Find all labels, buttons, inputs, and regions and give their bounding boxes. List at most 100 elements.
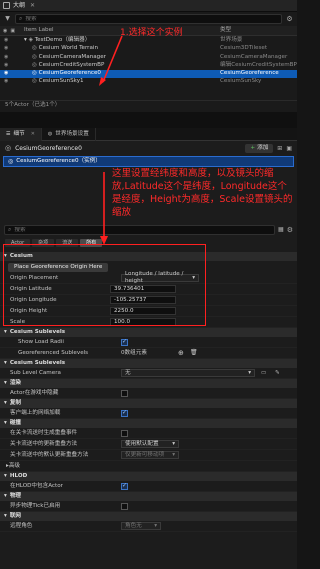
collapse-arrow-icon: ▾	[4, 380, 7, 387]
chevron-down-icon: ▾	[172, 440, 175, 447]
lock-icon[interactable]: ▣	[286, 145, 292, 152]
search-icon: ⌕	[19, 15, 23, 23]
net-role-dropdown[interactable]: 角色无 ▾	[121, 522, 161, 530]
tree-row-label: CesiumCreditSystemBP	[38, 61, 105, 68]
async-tick-checkbox[interactable]	[121, 502, 128, 510]
delete-icon[interactable]: 🗑	[190, 349, 198, 356]
collapse-arrow-icon: ▾	[4, 473, 7, 480]
visibility-eye-icon[interactable]: ◉	[4, 45, 8, 51]
col-item-label[interactable]: Item Label	[24, 27, 54, 34]
section-physics[interactable]: ▾ 物理	[0, 492, 297, 501]
actor-icon: ◎	[5, 144, 12, 153]
visibility-eye-icon[interactable]: ◉	[4, 54, 8, 60]
section-replication[interactable]: ▾ 复制	[0, 399, 297, 408]
details-search-input[interactable]	[14, 227, 272, 233]
add-component-button[interactable]: + 添加	[245, 144, 274, 153]
expand-arrow-icon[interactable]: ▾	[24, 37, 27, 43]
prop-show-load-radii: Show Load Radii ✓	[0, 337, 297, 348]
actor-header: ◎ CesiumGeoreference0 + 添加 ⊞ ▣	[0, 141, 297, 156]
tree-row-actor[interactable]: ◉ ◎ CesiumCreditSystemBP 编辑CesiumCreditS…	[0, 62, 297, 70]
prop-include-hlod: 在HLOD中包含Actor ✓	[0, 481, 297, 492]
tab-world-settings[interactable]: ◍ 世界场景设置	[42, 127, 96, 141]
visibility-eye-icon[interactable]: ◉	[4, 37, 8, 43]
actor-icon: ◎	[32, 45, 37, 52]
tree-row-type: CesiumGeoreference	[220, 70, 279, 77]
settings-icon[interactable]: ⚙	[285, 15, 294, 23]
close-icon[interactable]: ✕	[30, 2, 35, 9]
collapse-arrow-icon: ▾	[4, 513, 7, 520]
prop-net-load: 客户端上的网络加载 ✓	[0, 408, 297, 419]
details-search-box[interactable]: ⌕	[4, 225, 276, 235]
prop-advanced[interactable]: ▸ 高级	[0, 461, 297, 472]
settings-icon[interactable]: ⚙	[287, 226, 293, 234]
tree-row-label: CesiumGeoreference0	[38, 70, 101, 77]
search-icon: ⌕	[8, 226, 12, 234]
tree-row-label: TestDemo（编辑器）	[34, 37, 91, 43]
sub-level-camera-dropdown[interactable]: 无 ▾	[121, 369, 255, 377]
section-rendering[interactable]: ▾ 渲染	[0, 379, 297, 388]
visibility-eye-icon[interactable]: ◉	[4, 70, 8, 76]
outliner-search-box[interactable]: ⌕	[15, 14, 282, 24]
component-row[interactable]: ◎ CesiumGeoreference0（实例）	[3, 156, 294, 167]
net-load-checkbox[interactable]: ✓	[121, 409, 128, 417]
section-cesium-sublevels[interactable]: ▾ Cesium Sublevels	[0, 328, 297, 337]
details-tabs: ☰ 细节 ✕ ◍ 世界场景设置	[0, 127, 297, 141]
visibility-eye-icon[interactable]: ◉	[4, 62, 8, 68]
show-load-radii-checkbox[interactable]: ✓	[121, 338, 128, 346]
actor-hidden-checkbox[interactable]	[121, 389, 128, 397]
collapse-arrow-icon: ▾	[4, 400, 7, 407]
prop-georef-sublevels: Georeferenced Sublevels 0数组元素 ⊕ 🗑	[0, 348, 297, 359]
include-hlod-checkbox[interactable]: ✓	[121, 482, 128, 490]
default-update-dropdown[interactable]: 仅更新可移动项 ▾	[121, 451, 179, 459]
panel-divider[interactable]	[0, 112, 297, 128]
tree-row-actor[interactable]: ◉ ◎ CesiumCameraManager CesiumCameraMana…	[0, 54, 297, 62]
outliner-title: 大纲	[13, 1, 26, 9]
filter-icon[interactable]: ▼	[3, 15, 12, 22]
visibility-eye-icon[interactable]: ◉	[3, 28, 7, 34]
collapse-arrow-icon: ▾	[4, 493, 7, 500]
details-icon: ☰	[6, 131, 11, 137]
outliner-icon	[3, 2, 10, 9]
actor-name[interactable]: CesiumGeoreference0	[15, 145, 82, 152]
plus-icon: +	[250, 145, 256, 152]
tree-row-actor-selected[interactable]: ◉ ◎ CesiumGeoreference0 CesiumGeoreferen…	[0, 70, 297, 79]
annotation-highlight-box	[3, 244, 206, 326]
tree-row-label: CesiumCameraManager	[38, 53, 106, 60]
picker-icon[interactable]: ✎	[275, 370, 280, 377]
outliner-search-row: ▼ ⌕ ⚙	[0, 12, 297, 26]
add-element-icon[interactable]: ⊕	[178, 349, 184, 357]
overlap-events-checkbox[interactable]	[121, 429, 128, 437]
outliner-search-input[interactable]	[25, 16, 278, 22]
tree-row-actor[interactable]: ◉ ◎ Cesium World Terrain Cesium3DTileset	[0, 45, 297, 53]
blueprint-icon[interactable]: ⊞	[277, 145, 282, 152]
actor-icon: ◎	[8, 157, 14, 165]
prop-actor-hidden: Actor在游戏中隐藏	[0, 388, 297, 399]
chevron-down-icon: ▾	[172, 451, 175, 458]
prop-async-tick: 异步物理Tick已启用	[0, 501, 297, 512]
globe-icon: ◍	[47, 131, 53, 137]
section-network[interactable]: ▾ 联网	[0, 512, 297, 521]
col-type[interactable]: 类型	[220, 27, 231, 34]
collapse-arrow-icon: ▾	[4, 329, 7, 336]
prop-update-method: 关卡流送中的更新重叠方法 使用默认配置 ▾	[0, 439, 297, 450]
section-hlod[interactable]: ▾ HLOD	[0, 472, 297, 481]
lock-icon[interactable]: ▣	[10, 28, 15, 34]
browse-icon[interactable]: ▭	[261, 370, 266, 377]
section-collision[interactable]: ▾ 碰撞	[0, 419, 297, 428]
tree-row-actor[interactable]: ◉ ◎ CesiumSunSky1 CesiumSunSky	[0, 78, 297, 86]
grid-icon[interactable]: ▦	[278, 226, 284, 233]
visibility-eye-icon[interactable]: ◉	[4, 78, 8, 84]
tree-row-type: CesiumSunSky	[220, 78, 262, 85]
actor-count: 5个Actor（已选1个）	[0, 100, 297, 110]
update-method-dropdown[interactable]: 使用默认配置 ▾	[121, 440, 179, 448]
actor-icon: ◎	[32, 70, 37, 77]
georef-sublevels-value: 0数组元素	[121, 349, 147, 356]
actor-icon: ◎	[32, 78, 37, 85]
tab-details[interactable]: ☰ 细节 ✕	[0, 127, 42, 141]
tree-row-type: 编辑CesiumCreditSystemBP	[220, 61, 297, 68]
outliner-panel: 大纲 ✕ ▼ ⌕ ⚙ ◉ ▣ Item Label 类型 ◉ ▾ ◈ TestD…	[0, 0, 297, 112]
section-cesium-sublevels-2[interactable]: ▾ Cesium Sublevels	[0, 359, 297, 368]
tree-row-label: Cesium World Terrain	[38, 45, 99, 52]
close-icon[interactable]: ✕	[31, 131, 35, 137]
annotation-coordinates-help: 这里设置经纬度和高度，以及镜头的缩放,Latitude这个是纬度，Longitu…	[112, 168, 293, 218]
